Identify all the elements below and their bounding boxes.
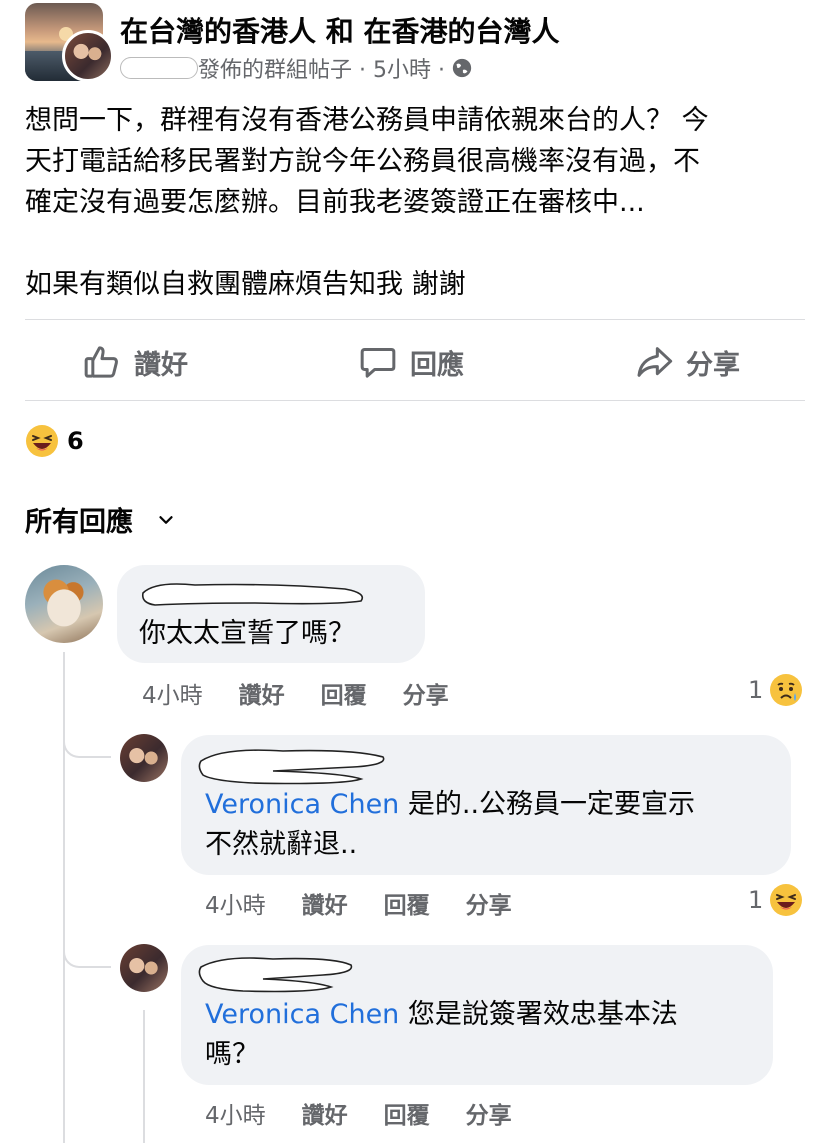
comment-text: Veronica Chen 您是說簽署效忠基本法 bbox=[205, 996, 678, 1034]
divider bbox=[25, 319, 805, 320]
divider bbox=[25, 400, 805, 401]
post-body: 想問一下，群裡有沒有香港公務員申請依親來台的人？ 今 天打電話給移民署對方說今年… bbox=[25, 100, 805, 305]
all-replies-filter[interactable]: 所有回應 bbox=[25, 500, 177, 539]
post-meta-text: 發佈的群組帖子 · 5小時 · bbox=[198, 58, 445, 83]
comment-like-button[interactable]: 讚好 bbox=[302, 886, 348, 920]
comment-reply-button[interactable]: 回覆 bbox=[384, 886, 430, 920]
redacted-name-scribble bbox=[198, 957, 353, 993]
share-label: 分享 bbox=[686, 349, 740, 381]
post-line: 天打電話給移民署對方說今年公務員很高機率沒有過，不 bbox=[25, 146, 700, 177]
thumbs-up-icon bbox=[84, 346, 118, 378]
mention-link[interactable]: Veronica Chen bbox=[205, 999, 399, 1030]
comment-reaction[interactable]: 1 bbox=[748, 883, 803, 917]
post-meta: 發佈的群組帖子 · 5小時 · bbox=[120, 52, 473, 84]
redacted-name-scribble bbox=[198, 749, 385, 785]
reaction-count: 6 bbox=[67, 427, 84, 455]
comment-text-part: 是的..公務員一定要宣示 bbox=[399, 789, 696, 820]
commenter-avatar[interactable] bbox=[120, 734, 168, 782]
mention-link[interactable]: Veronica Chen bbox=[205, 789, 399, 820]
comment-reply-button[interactable]: 回覆 bbox=[321, 676, 367, 710]
group-title[interactable]: 在台灣的香港人 和 在香港的台灣人 bbox=[120, 10, 560, 50]
comment-bubble-icon bbox=[360, 348, 396, 378]
chevron-down-icon bbox=[159, 515, 173, 524]
comment-time[interactable]: 4小時 bbox=[205, 886, 266, 920]
like-button[interactable]: 讚好 bbox=[82, 340, 188, 384]
sad-emoji-icon bbox=[770, 674, 803, 706]
comment-bubble: 你太太宣誓了嗎？ bbox=[117, 565, 425, 663]
comment-text: Veronica Chen 是的..公務員一定要宣示 bbox=[205, 786, 695, 824]
comment-reaction-count: 1 bbox=[748, 886, 764, 914]
post-line: 想問一下，群裡有沒有香港公務員申請依親來台的人？ 今 bbox=[25, 105, 709, 136]
all-replies-label: 所有回應 bbox=[25, 507, 133, 538]
comment-button[interactable]: 回應 bbox=[358, 340, 464, 384]
comment-time[interactable]: 4小時 bbox=[205, 1096, 266, 1130]
redacted-name-scribble bbox=[141, 583, 364, 606]
comment-share-button[interactable]: 分享 bbox=[466, 886, 512, 920]
like-label: 讚好 bbox=[134, 349, 188, 381]
reaction-summary[interactable]: 6 bbox=[25, 424, 84, 458]
comment-text-line: 嗎？ bbox=[205, 1039, 259, 1070]
comment-like-button[interactable]: 讚好 bbox=[239, 676, 285, 710]
comment-bubble: Veronica Chen 您是說簽署效忠基本法 嗎？ bbox=[181, 945, 773, 1085]
comment-actions: 4小時 讚好 回覆 分享 bbox=[205, 886, 548, 920]
redacted-author-name[interactable] bbox=[120, 57, 198, 79]
commenter-avatar[interactable] bbox=[120, 944, 168, 992]
comment-reaction-count: 1 bbox=[748, 676, 764, 704]
post-line: 確定沒有過要怎麼辦。目前我老婆簽證正在審核中... bbox=[25, 187, 645, 218]
thread-line bbox=[143, 1010, 145, 1143]
commenter-avatar[interactable] bbox=[25, 565, 103, 643]
comment-share-button[interactable]: 分享 bbox=[466, 1096, 512, 1130]
comment-reaction[interactable]: 1 bbox=[748, 673, 803, 707]
laughing-emoji-icon bbox=[770, 884, 803, 916]
post-line: 如果有類似自救團體麻煩告知我 謝謝 bbox=[25, 269, 466, 300]
poster-avatar[interactable] bbox=[62, 30, 114, 82]
comment-bubble: Veronica Chen 是的..公務員一定要宣示 不然就辭退.. bbox=[181, 735, 791, 875]
laughing-emoji-icon bbox=[26, 425, 58, 457]
comment-text-part: 您是說簽署效忠基本法 bbox=[399, 999, 678, 1030]
comment-label: 回應 bbox=[410, 349, 464, 381]
comment-time[interactable]: 4小時 bbox=[142, 676, 203, 710]
comment-share-button[interactable]: 分享 bbox=[403, 676, 449, 710]
comment-text: 你太太宣誓了嗎？ bbox=[139, 618, 355, 649]
globe-icon bbox=[452, 58, 472, 78]
share-arrow-icon bbox=[637, 347, 673, 377]
comment-actions: 4小時 讚好 回覆 分享 bbox=[142, 676, 485, 710]
share-button[interactable]: 分享 bbox=[634, 340, 740, 384]
comment-text-line: 不然就辭退.. bbox=[205, 829, 358, 860]
comment-like-button[interactable]: 讚好 bbox=[302, 1096, 348, 1130]
thread-connector bbox=[63, 928, 111, 968]
comment-actions: 4小時 讚好 回覆 分享 bbox=[205, 1096, 548, 1130]
comment-reply-button[interactable]: 回覆 bbox=[384, 1096, 430, 1130]
thread-connector bbox=[63, 718, 111, 758]
